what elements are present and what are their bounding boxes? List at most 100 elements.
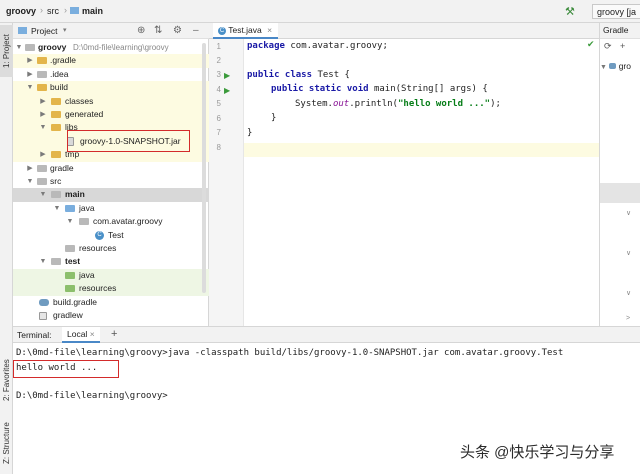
resources-folder-icon bbox=[65, 245, 75, 252]
chevron-right-icon[interactable]: ▶ bbox=[26, 54, 34, 67]
build-hammer-icon[interactable]: ⚒ bbox=[565, 5, 575, 18]
tree-item-java[interactable]: ▼ java bbox=[13, 202, 209, 215]
chevron-down-icon[interactable]: ∨ bbox=[626, 249, 631, 257]
chevron-down-icon[interactable]: ▾ bbox=[63, 26, 67, 34]
chevron-down-icon[interactable]: ∨ bbox=[626, 209, 631, 217]
tree-item-src[interactable]: ▼ src bbox=[13, 175, 209, 188]
left-tool-strip: 1: Project 2: Favorites Z: Structure bbox=[0, 23, 13, 474]
folder-icon bbox=[51, 124, 61, 132]
chevron-down-icon[interactable]: ▼ bbox=[26, 175, 34, 188]
tree-item-label: groovy-1.0-SNAPSHOT.jar bbox=[80, 135, 181, 146]
chevron-right-icon[interactable]: ▶ bbox=[26, 68, 34, 81]
run-class-icon[interactable]: ▶ bbox=[224, 71, 230, 80]
tree-item-main[interactable]: ▼ main bbox=[13, 188, 209, 202]
terminal-tab-local[interactable]: Local × bbox=[62, 327, 100, 343]
current-line-highlight bbox=[209, 143, 599, 157]
new-terminal-button[interactable]: + bbox=[111, 328, 117, 340]
chevron-right-icon[interactable]: ▶ bbox=[39, 95, 47, 108]
module-folder-icon bbox=[25, 44, 35, 51]
chevron-down-icon[interactable]: ▼ bbox=[600, 64, 607, 71]
tree-item-generated[interactable]: ▶ generated bbox=[13, 108, 209, 122]
tree-item-label: test bbox=[65, 256, 81, 267]
tree-item-gradle[interactable]: ▶ gradle bbox=[13, 162, 209, 175]
tree-item-groovy[interactable]: ▼ groovy D:\0md-file\learning\groovy bbox=[13, 41, 209, 54]
tree-item-label: main bbox=[65, 189, 85, 200]
line-number: 2 bbox=[216, 56, 221, 65]
folder-icon bbox=[37, 164, 47, 172]
project-scrollbar[interactable] bbox=[201, 41, 207, 324]
code-editor[interactable]: 1 2 3 4 5 6 7 8 ▶ ▶ package com.avatar.g… bbox=[209, 39, 599, 326]
tree-item-resources[interactable]: resources bbox=[13, 242, 209, 255]
tree-item-label: tmp bbox=[65, 149, 80, 160]
navigation-bar: groovy › src › main ⚒ groovy [ja bbox=[0, 0, 640, 23]
tree-item-test-java[interactable]: java bbox=[13, 268, 209, 283]
line-number: 7 bbox=[216, 128, 221, 137]
tree-item-build[interactable]: ▼ build bbox=[13, 81, 209, 95]
chevron-right-icon[interactable]: > bbox=[626, 315, 630, 322]
project-path: D:\0md-file\learning\groovy bbox=[73, 43, 169, 52]
tab-test-java[interactable]: C Test.java × bbox=[213, 23, 279, 39]
structure-tool-tab[interactable]: Z: Structure bbox=[0, 415, 13, 471]
tree-item-build-gradle[interactable]: build.gradle bbox=[13, 296, 209, 309]
chevron-down-icon[interactable]: ▼ bbox=[26, 81, 34, 94]
tree-item-label: .gradle bbox=[50, 55, 76, 66]
folder-icon bbox=[51, 97, 61, 105]
tree-item-gradlew[interactable]: gradlew bbox=[13, 309, 209, 322]
no-problems-check-icon: ✔ bbox=[587, 39, 595, 49]
chevron-down-icon[interactable]: ▼ bbox=[39, 188, 47, 201]
tree-item-package[interactable]: ▼ com.avatar.groovy bbox=[13, 215, 209, 228]
breadcrumb-main[interactable]: main bbox=[82, 6, 103, 16]
chevron-down-icon[interactable]: ▼ bbox=[53, 202, 61, 215]
line-number: 6 bbox=[216, 114, 221, 123]
class-icon: C bbox=[218, 26, 226, 35]
minimize-icon[interactable]: – bbox=[193, 25, 199, 36]
chevron-right-icon[interactable]: ▶ bbox=[26, 162, 34, 175]
chevron-down-icon[interactable]: ▼ bbox=[39, 255, 47, 268]
chevron-right-icon[interactable]: ▶ bbox=[39, 108, 47, 121]
scrollbar-thumb[interactable] bbox=[202, 43, 206, 293]
tree-item-label: build.gradle bbox=[53, 296, 97, 307]
project-tool-tab[interactable]: 1: Project bbox=[0, 25, 13, 77]
chevron-down-icon[interactable]: ▼ bbox=[66, 215, 74, 228]
project-view-title[interactable]: Project bbox=[31, 26, 57, 36]
gradle-selected-row[interactable] bbox=[600, 183, 640, 203]
gradle-tree-item[interactable]: ▼ gro bbox=[600, 61, 631, 71]
tree-item-test[interactable]: ▼ test bbox=[13, 255, 209, 268]
tree-item-jar[interactable]: groovy-1.0-SNAPSHOT.jar bbox=[13, 134, 209, 149]
tree-item-label: build bbox=[50, 82, 68, 93]
gradle-panel: Gradle ⟳ + ▼ gro ∨ ∨ ∨ > bbox=[599, 23, 640, 326]
gear-icon[interactable]: ⚙ bbox=[173, 25, 182, 36]
breadcrumb-src[interactable]: src bbox=[47, 6, 59, 16]
breadcrumb-project[interactable]: groovy bbox=[6, 6, 36, 16]
tree-item-test-resources[interactable]: resources bbox=[13, 282, 209, 296]
tree-item-tmp[interactable]: ▶ tmp bbox=[13, 148, 209, 162]
tree-item-test-class[interactable]: C Test bbox=[13, 229, 209, 242]
favorites-tool-tab[interactable]: 2: Favorites bbox=[0, 349, 13, 411]
tree-item-gradle-dir[interactable]: ▶ .gradle bbox=[13, 54, 209, 68]
code-line-7: } bbox=[247, 128, 252, 138]
collapse-icon[interactable]: ⇅ bbox=[154, 25, 162, 36]
gradle-file-icon bbox=[39, 298, 49, 306]
chevron-right-icon[interactable]: ▶ bbox=[39, 148, 47, 161]
close-icon[interactable]: × bbox=[90, 329, 95, 339]
tree-item-libs[interactable]: ▼ libs bbox=[13, 121, 209, 135]
chevron-down-icon[interactable]: ∨ bbox=[626, 289, 631, 297]
locate-icon[interactable]: ⊕ bbox=[137, 25, 145, 36]
gradle-panel-header[interactable]: Gradle bbox=[600, 23, 640, 39]
terminal-line: hello world ... bbox=[16, 363, 98, 373]
refresh-icon[interactable]: ⟳ bbox=[604, 41, 612, 52]
folder-icon bbox=[70, 7, 79, 14]
folder-icon bbox=[37, 70, 47, 78]
tree-item-label: gradlew bbox=[53, 310, 83, 320]
chevron-down-icon[interactable]: ▼ bbox=[15, 41, 23, 54]
tree-item-idea[interactable]: ▶ .idea bbox=[13, 68, 209, 81]
terminal-tab-label: Local bbox=[67, 329, 88, 339]
run-configuration-select[interactable]: groovy [ja bbox=[592, 4, 640, 19]
line-number: 1 bbox=[216, 42, 221, 51]
add-icon[interactable]: + bbox=[620, 41, 625, 51]
chevron-down-icon[interactable]: ▼ bbox=[39, 121, 47, 134]
close-icon[interactable]: × bbox=[267, 25, 272, 35]
tree-item-classes[interactable]: ▶ classes bbox=[13, 94, 209, 108]
run-main-icon[interactable]: ▶ bbox=[224, 86, 230, 95]
folder-icon bbox=[37, 84, 47, 92]
